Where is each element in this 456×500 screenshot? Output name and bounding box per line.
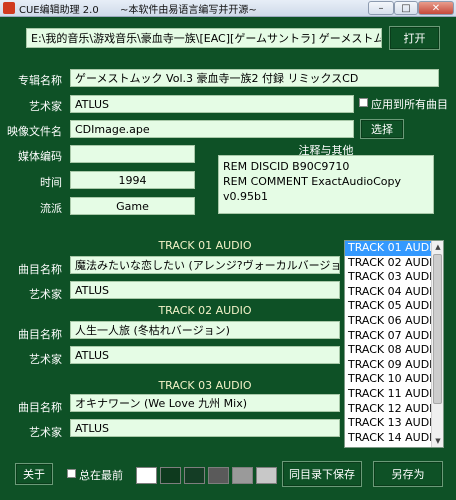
track-list-item[interactable]: TRACK 08 AUDIO: [345, 343, 443, 358]
album-label: 专辑名称: [18, 74, 62, 87]
notes-line: REM COMMENT ExactAudioCopy v0.95b1: [223, 175, 402, 203]
track-list-item[interactable]: TRACK 11 AUDIO: [345, 387, 443, 402]
image-file-field[interactable]: CDImage.ape: [70, 120, 354, 138]
time-field[interactable]: 1994: [70, 171, 195, 189]
app-title: CUE编辑助理 2.0: [19, 5, 99, 16]
track-artist-field[interactable]: ATLUS: [70, 281, 340, 299]
always-on-top-checkbox[interactable]: [67, 469, 76, 478]
track-title-field[interactable]: 魔法みたいな恋したい (アレンジ?ヴォーカルバージョン): [70, 256, 340, 274]
album-artist-field[interactable]: ATLUS: [70, 95, 354, 113]
genre-field[interactable]: Game: [70, 197, 195, 215]
track-title-label: 曲目名称: [18, 263, 62, 276]
notes-line: REM DISCID B90C9710: [223, 160, 350, 173]
minimize-button[interactable]: –: [368, 1, 394, 15]
track-list-item[interactable]: TRACK 01 AUDIO: [345, 241, 443, 256]
track-artist-label: 艺术家: [29, 426, 62, 439]
maximize-button[interactable]: □: [394, 1, 418, 15]
color-swatch-row: [136, 467, 277, 484]
track-list-item[interactable]: TRACK 13 AUDIO: [345, 416, 443, 431]
track-list-item[interactable]: TRACK 10 AUDIO: [345, 372, 443, 387]
track-list-item[interactable]: TRACK 09 AUDIO: [345, 358, 443, 373]
color-swatch[interactable]: [232, 467, 253, 484]
choose-button[interactable]: 选择: [360, 119, 404, 139]
album-artist-label: 艺术家: [29, 100, 62, 113]
track-title-label: 曲目名称: [18, 401, 62, 414]
save-as-button[interactable]: 另存为: [373, 461, 443, 487]
notes-field[interactable]: REM DISCID B90C9710 REM COMMENT ExactAud…: [218, 155, 434, 214]
track-list-item[interactable]: TRACK 07 AUDIO: [345, 329, 443, 344]
apply-all-checkbox[interactable]: [359, 98, 368, 107]
color-swatch[interactable]: [184, 467, 205, 484]
track-list-item[interactable]: TRACK 12 AUDIO: [345, 402, 443, 417]
about-button[interactable]: 关于: [15, 463, 53, 485]
track-title-label: 曲目名称: [18, 328, 62, 341]
track-list-item[interactable]: TRACK 05 AUDIO: [345, 299, 443, 314]
open-button[interactable]: 打开: [389, 26, 440, 50]
scroll-thumb[interactable]: [433, 254, 442, 404]
cue-path-field[interactable]: E:\我的音乐\游戏音乐\豪血寺一族\[EAC][ゲームサントラ] ゲーメストム…: [26, 28, 382, 48]
track-list-item[interactable]: TRACK 06 AUDIO: [345, 314, 443, 329]
track-heading: TRACK 02 AUDIO: [158, 304, 252, 317]
save-same-dir-button[interactable]: 同目录下保存: [282, 461, 362, 487]
close-button[interactable]: ✕: [418, 1, 454, 15]
track-list-item[interactable]: TRACK 03 AUDIO: [345, 270, 443, 285]
track-list-item[interactable]: TRACK 14 AUDIO: [345, 431, 443, 446]
image-file-label: 映像文件名: [7, 125, 62, 138]
track-artist-label: 艺术家: [29, 353, 62, 366]
genre-label: 流派: [40, 202, 62, 215]
track-artist-field[interactable]: ATLUS: [70, 346, 340, 364]
track-list-item[interactable]: TRACK 02 AUDIO: [345, 256, 443, 271]
app-icon: [3, 2, 15, 14]
track-artist-field[interactable]: ATLUS: [70, 419, 340, 437]
album-field[interactable]: ゲーメストムック Vol.3 豪血寺一族2 付録 リミックスCD: [70, 69, 439, 87]
time-label: 时间: [40, 176, 62, 189]
always-on-top-label: 总在最前: [79, 469, 123, 482]
track-heading: TRACK 03 AUDIO: [158, 379, 252, 392]
scroll-up-icon[interactable]: ▲: [432, 241, 443, 253]
media-code-field[interactable]: [70, 145, 195, 163]
color-swatch[interactable]: [136, 467, 157, 484]
track-list-scrollbar[interactable]: ▲ ▼: [431, 241, 443, 447]
track-list[interactable]: TRACK 01 AUDIO TRACK 02 AUDIO TRACK 03 AUD…: [344, 240, 444, 448]
track-title-field[interactable]: 人生一人旅 (冬枯れバージョン): [70, 321, 340, 339]
app-subtitle: ~本软件由易语言编写并开源~: [120, 5, 257, 16]
color-swatch[interactable]: [160, 467, 181, 484]
color-swatch[interactable]: [208, 467, 229, 484]
color-swatch[interactable]: [256, 467, 277, 484]
scroll-down-icon[interactable]: ▼: [432, 435, 443, 447]
track-heading: TRACK 01 AUDIO: [158, 239, 252, 252]
track-artist-label: 艺术家: [29, 288, 62, 301]
apply-all-label: 应用到所有曲目: [371, 98, 448, 111]
track-list-item[interactable]: TRACK 04 AUDIO: [345, 285, 443, 300]
track-title-field[interactable]: オキナワーン (We Love 九州 Mix): [70, 394, 340, 412]
media-code-label: 媒体编码: [18, 150, 62, 163]
